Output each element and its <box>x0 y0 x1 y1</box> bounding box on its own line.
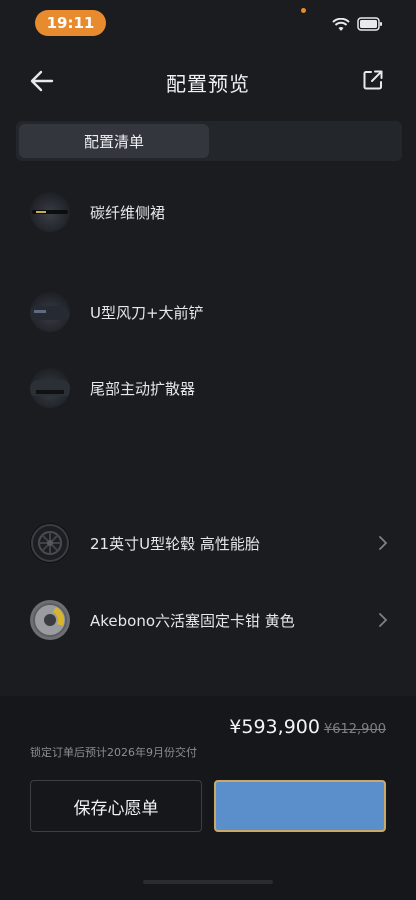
status-time: 19:11 <box>35 10 106 36</box>
config-item-calipers[interactable]: Akebono六活塞固定卡钳 黄色 <box>30 598 390 642</box>
caliper-icon <box>33 603 67 637</box>
current-price: ¥593,900 <box>229 716 320 738</box>
config-item-label: 21英寸U型轮毂 高性能胎 <box>90 534 260 553</box>
chevron-right-icon <box>379 536 388 550</box>
original-price: ¥612,900 <box>323 722 386 737</box>
tab-config-list[interactable]: 配置清单 <box>19 124 209 158</box>
config-item-side-skirt[interactable]: 碳纤维侧裙 <box>30 190 390 234</box>
share-icon[interactable] <box>361 68 385 92</box>
chevron-right-icon <box>379 613 388 627</box>
side-skirt-thumb <box>30 192 70 232</box>
wheel-icon <box>31 524 69 562</box>
tab-secondary[interactable] <box>212 121 402 161</box>
wifi-icon <box>332 18 350 31</box>
caliper-thumb <box>30 600 70 640</box>
delivery-note: 锁定订单后预计2026年9月份交付 <box>30 746 197 759</box>
page-title: 配置预览 <box>166 72 250 96</box>
tab-bar: 配置清单 <box>16 121 402 161</box>
primary-order-button[interactable] <box>214 780 386 832</box>
config-item-front-splitter[interactable]: U型风刀+大前铲 <box>30 290 390 334</box>
config-item-rear-diffuser[interactable]: 尾部主动扩散器 <box>30 366 390 410</box>
save-wishlist-button[interactable]: 保存心愿单 <box>30 780 202 832</box>
recording-dot-icon <box>301 8 306 13</box>
status-bar: 19:11 <box>0 0 416 46</box>
tab-config-list-label: 配置清单 <box>83 132 144 151</box>
config-item-label: U型风刀+大前铲 <box>90 303 204 322</box>
rear-diffuser-thumb <box>30 368 70 408</box>
config-item-label: 尾部主动扩散器 <box>90 379 196 398</box>
config-item-wheels[interactable]: 21英寸U型轮毂 高性能胎 <box>30 521 390 565</box>
config-item-label: 碳纤维侧裙 <box>90 203 166 222</box>
order-footer: ¥593,900 ¥612,900 锁定订单后预计2026年9月份交付 保存心愿… <box>0 696 416 900</box>
front-splitter-thumb <box>30 292 70 332</box>
config-item-label: Akebono六活塞固定卡钳 黄色 <box>90 611 295 630</box>
battery-icon <box>357 17 382 31</box>
wheel-thumb <box>30 523 70 563</box>
price-row: ¥593,900 ¥612,900 <box>229 716 386 738</box>
header: 配置预览 <box>0 58 416 104</box>
home-indicator <box>143 880 273 884</box>
